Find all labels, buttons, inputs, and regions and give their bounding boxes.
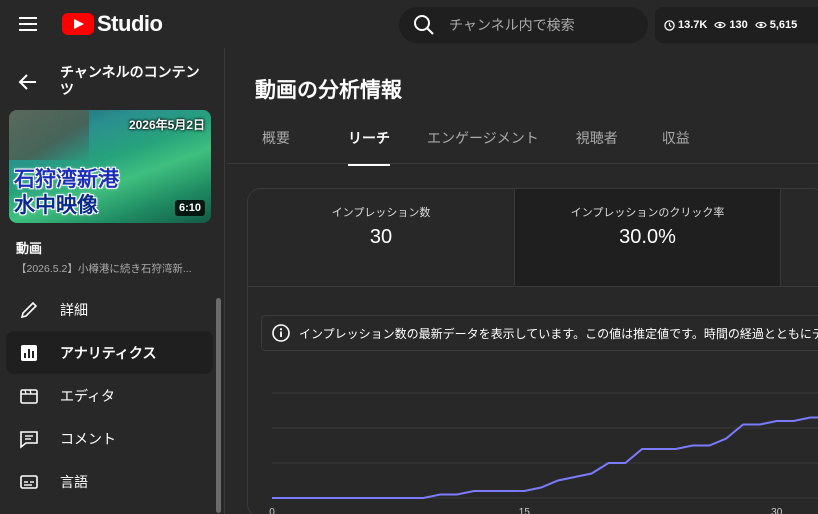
stat-value: 13.7K bbox=[678, 19, 708, 31]
video-thumbnail[interactable]: 2026年5月2日 石狩湾新港 水中映像 6:10 bbox=[9, 110, 211, 223]
sidebar-item-comments[interactable]: コメント bbox=[6, 417, 213, 460]
metric-next[interactable] bbox=[780, 189, 818, 286]
sidebar-item-label: 言語 bbox=[60, 473, 88, 490]
tab-engagement[interactable]: エンゲージメント bbox=[427, 128, 539, 158]
metric-label: インプレッションのクリック率 bbox=[570, 207, 725, 219]
channel-content-title: チャンネルのコンテンツ bbox=[60, 64, 200, 97]
metric-value: 30 bbox=[369, 226, 393, 248]
sidebar-item-label: コメント bbox=[60, 430, 116, 447]
pencil-icon bbox=[18, 299, 40, 321]
youtube-play-icon bbox=[62, 13, 94, 35]
thumbnail-title-line1: 石狩湾新港 bbox=[14, 168, 119, 191]
channel-stats[interactable]: 13.7K 130 5,615 bbox=[655, 7, 818, 43]
search-bar[interactable] bbox=[399, 7, 648, 43]
impressions-line-chart: 0 15 30 bbox=[269, 392, 818, 514]
eye-icon bbox=[754, 21, 767, 29]
chart-x-tick-label: 0 bbox=[269, 507, 275, 514]
main-content: 動画の分析情報 概要 リーチ エンゲージメント 視聴者 収益 インプレッション数… bbox=[226, 48, 818, 514]
stat-views-total: 5,615 bbox=[754, 19, 798, 31]
tab-audience[interactable]: 視聴者 bbox=[576, 128, 618, 158]
analytics-icon bbox=[18, 342, 40, 364]
thumbnail-date: 2026年5月2日 bbox=[128, 118, 205, 132]
sidebar-item-label: アナリティクス bbox=[60, 344, 157, 361]
tab-revenue[interactable]: 収益 bbox=[662, 128, 690, 158]
tab-bar: 概要 リーチ エンゲージメント 視聴者 収益 bbox=[262, 128, 690, 166]
chart-x-tick-label: 30 bbox=[771, 507, 783, 514]
chart-series-line[interactable] bbox=[272, 416, 818, 499]
clock-icon bbox=[664, 19, 675, 31]
metric-ctr[interactable]: インプレッションのクリック率 30.0% bbox=[514, 189, 780, 286]
info-notice: インプレッション数の最新データを表示しています。この値は推定値です。時間の経過と… bbox=[261, 315, 818, 351]
sidebar: チャンネルのコンテンツ 2026年5月2日 石狩湾新港 水中映像 6:10 動画… bbox=[0, 48, 225, 514]
sidebar-item-details[interactable]: 詳細 bbox=[6, 288, 213, 331]
stat-value: 130 bbox=[729, 19, 748, 31]
search-input[interactable] bbox=[449, 17, 629, 33]
stat-views: 130 bbox=[714, 19, 748, 31]
back-arrow-icon[interactable] bbox=[16, 70, 40, 94]
sidebar-item-languages[interactable]: 言語 bbox=[6, 460, 213, 503]
subtitles-icon bbox=[18, 471, 40, 493]
notice-text: インプレッション数の最新データを表示しています。この値は推定値です。時間の経過と… bbox=[299, 326, 818, 341]
thumbnail-image bbox=[9, 110, 89, 160]
thumbnail-title-line2: 水中映像 bbox=[14, 194, 98, 217]
studio-logo[interactable]: Studio bbox=[62, 11, 163, 37]
video-title: 【2026.5.2】小樽港に続き石狩湾新... bbox=[16, 263, 192, 275]
info-icon bbox=[272, 324, 290, 342]
sidebar-scrollbar[interactable] bbox=[216, 298, 221, 513]
sidebar-item-analytics[interactable]: アナリティクス bbox=[6, 331, 213, 374]
page-title: 動画の分析情報 bbox=[255, 79, 402, 102]
metric-label: インプレッション数 bbox=[331, 207, 431, 219]
sidebar-item-editor[interactable]: エディタ bbox=[6, 374, 213, 417]
analytics-card: インプレッション数 30 インプレッションのクリック率 30.0% インプレッシ… bbox=[247, 188, 818, 514]
logo-text: Studio bbox=[97, 11, 163, 36]
metric-impressions[interactable]: インプレッション数 30 bbox=[248, 189, 514, 286]
comment-icon bbox=[18, 428, 40, 450]
sidebar-item-label: 詳細 bbox=[60, 301, 88, 318]
sidebar-item-label: エディタ bbox=[60, 387, 116, 404]
search-icon[interactable] bbox=[413, 14, 435, 36]
editor-icon bbox=[18, 385, 40, 407]
tab-reach[interactable]: リーチ bbox=[348, 128, 390, 166]
tabs-divider bbox=[226, 163, 818, 164]
menu-icon[interactable] bbox=[14, 12, 42, 36]
sidebar-nav: 詳細 アナリティクス エディタ コメント 言語 bbox=[6, 288, 213, 503]
video-label: 動画 bbox=[16, 241, 43, 256]
top-bar: Studio 13.7K 130 5,615 bbox=[0, 0, 818, 48]
stat-value: 5,615 bbox=[769, 19, 798, 31]
tab-overview[interactable]: 概要 bbox=[262, 128, 290, 158]
metric-value: 30.0% bbox=[619, 226, 676, 248]
chart-x-tick-label: 15 bbox=[519, 507, 531, 514]
eye-icon bbox=[714, 21, 727, 29]
metric-divider bbox=[248, 286, 818, 287]
video-duration: 6:10 bbox=[174, 200, 205, 216]
stat-watch-time: 13.7K bbox=[664, 19, 707, 31]
